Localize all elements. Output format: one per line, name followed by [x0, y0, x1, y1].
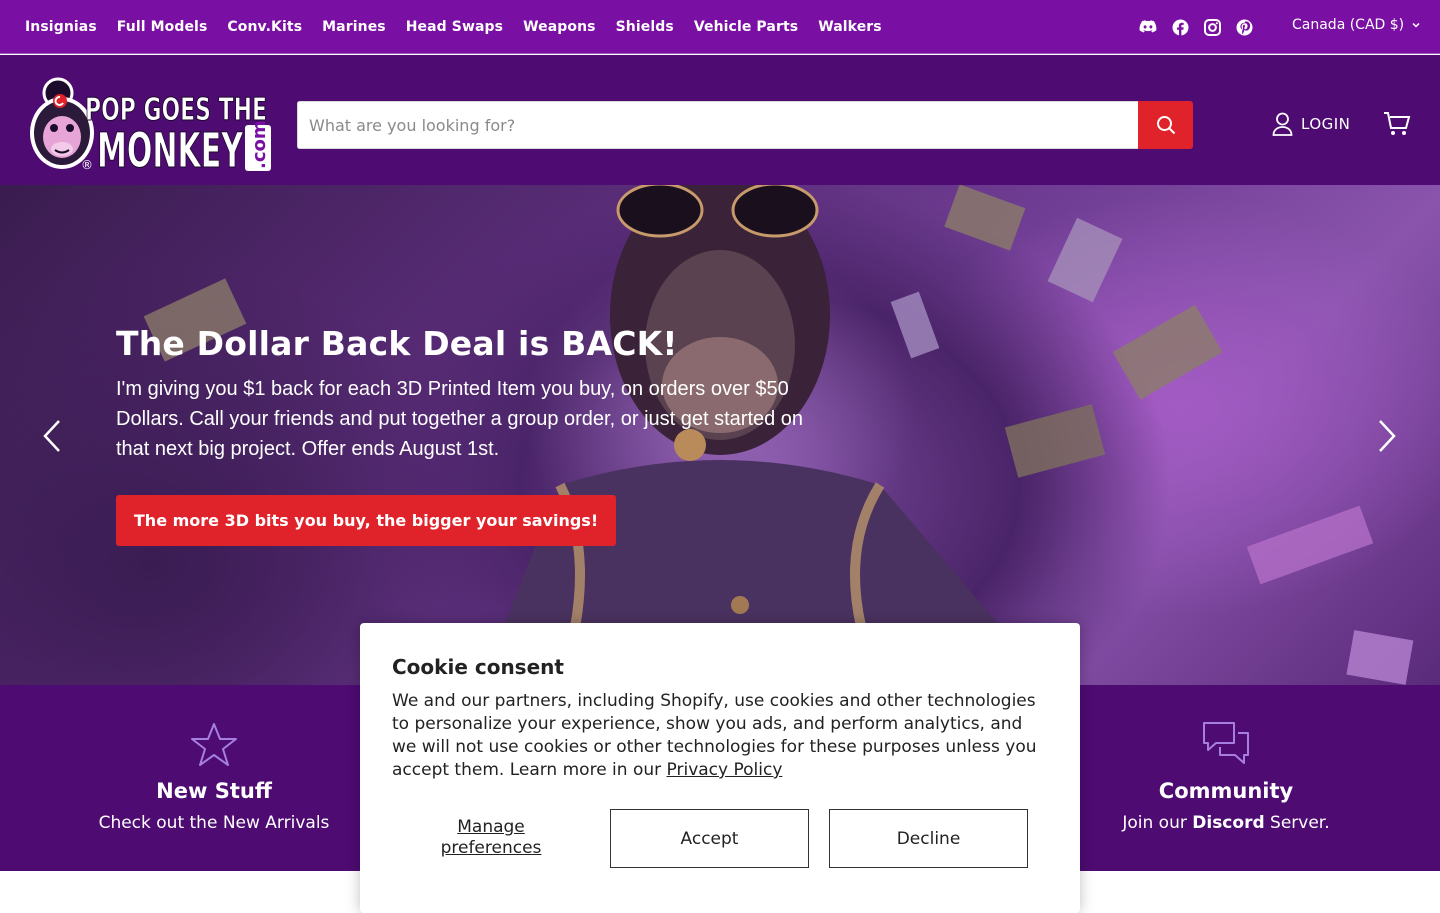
- user-icon: [1272, 112, 1293, 136]
- site-header: ® POP GOES THE MONKEY .com LOGIN: [0, 55, 1440, 185]
- currency-label: Canada (CAD $): [1292, 17, 1405, 33]
- svg-text:®: ®: [81, 158, 93, 172]
- feature-new-stuff[interactable]: New Stuff Check out the New Arrivals: [64, 685, 364, 833]
- cookie-title: Cookie consent: [392, 655, 564, 679]
- search-form: [297, 101, 1193, 149]
- svg-text:.com: .com: [249, 120, 270, 169]
- search-button[interactable]: [1138, 101, 1193, 149]
- login-label: LOGIN: [1301, 115, 1351, 133]
- hero-description: I'm giving you $1 back for each 3D Print…: [116, 378, 804, 460]
- feature-community[interactable]: Community Join our Discord Server.: [1076, 685, 1376, 833]
- search-icon: [1156, 116, 1175, 135]
- chevron-down-icon: [1412, 22, 1420, 28]
- nav-insignias[interactable]: Insignias: [25, 19, 97, 35]
- discord-icon[interactable]: [1138, 17, 1158, 37]
- svg-text:MONKEY: MONKEY: [97, 123, 244, 175]
- nav-conv-kits[interactable]: Conv.Kits: [227, 19, 302, 35]
- nav-full-models[interactable]: Full Models: [117, 19, 208, 35]
- manage-preferences-button[interactable]: Manage preferences: [410, 817, 572, 859]
- accept-button[interactable]: Accept: [610, 809, 809, 868]
- chevron-left-icon[interactable]: [41, 418, 63, 454]
- community-sub-suffix: Server.: [1264, 813, 1330, 833]
- nav-shields[interactable]: Shields: [616, 19, 674, 35]
- community-sub-prefix: Join our: [1122, 813, 1193, 833]
- instagram-icon[interactable]: [1202, 17, 1222, 37]
- feature-subtitle: Join our Discord Server.: [1076, 813, 1376, 833]
- hero-cta-button[interactable]: The more 3D bits you buy, the bigger you…: [116, 495, 616, 546]
- privacy-policy-link[interactable]: Privacy Policy: [667, 760, 783, 780]
- site-logo[interactable]: ® POP GOES THE MONKEY .com: [25, 75, 273, 180]
- nav-vehicle-parts[interactable]: Vehicle Parts: [694, 19, 798, 35]
- nav-head-swaps[interactable]: Head Swaps: [406, 19, 503, 35]
- decline-button[interactable]: Decline: [829, 809, 1028, 868]
- top-navigation: Insignias Full Models Conv.Kits Marines …: [25, 19, 902, 35]
- nav-weapons[interactable]: Weapons: [523, 19, 596, 35]
- login-link[interactable]: LOGIN: [1272, 112, 1350, 136]
- feature-title: New Stuff: [156, 779, 272, 803]
- feature-title: Community: [1158, 779, 1294, 803]
- social-links: [1138, 17, 1266, 37]
- top-utility-bar: Insignias Full Models Conv.Kits Marines …: [0, 0, 1440, 54]
- cart-icon[interactable]: [1383, 111, 1411, 137]
- feature-subtitle: Check out the New Arrivals: [98, 813, 330, 833]
- cookie-consent-dialog: Cookie consent We and our partners, incl…: [360, 623, 1080, 913]
- discord-link[interactable]: Discord: [1192, 813, 1264, 833]
- chat-bubbles-icon: [1203, 722, 1249, 764]
- hero-slideshow: The Dollar Back Deal is BACK! I'm giving…: [0, 185, 1440, 685]
- pinterest-icon[interactable]: [1234, 17, 1254, 37]
- star-icon: [191, 723, 237, 766]
- facebook-icon[interactable]: [1170, 17, 1190, 37]
- cookie-body: We and our partners, including Shopify, …: [392, 690, 1052, 782]
- search-input[interactable]: [297, 101, 1138, 149]
- nav-marines[interactable]: Marines: [322, 19, 386, 35]
- nav-walkers[interactable]: Walkers: [818, 19, 882, 35]
- hero-title: The Dollar Back Deal is BACK!: [116, 324, 678, 363]
- currency-selector[interactable]: Canada (CAD $): [1292, 17, 1420, 33]
- chevron-right-icon[interactable]: [1376, 418, 1398, 454]
